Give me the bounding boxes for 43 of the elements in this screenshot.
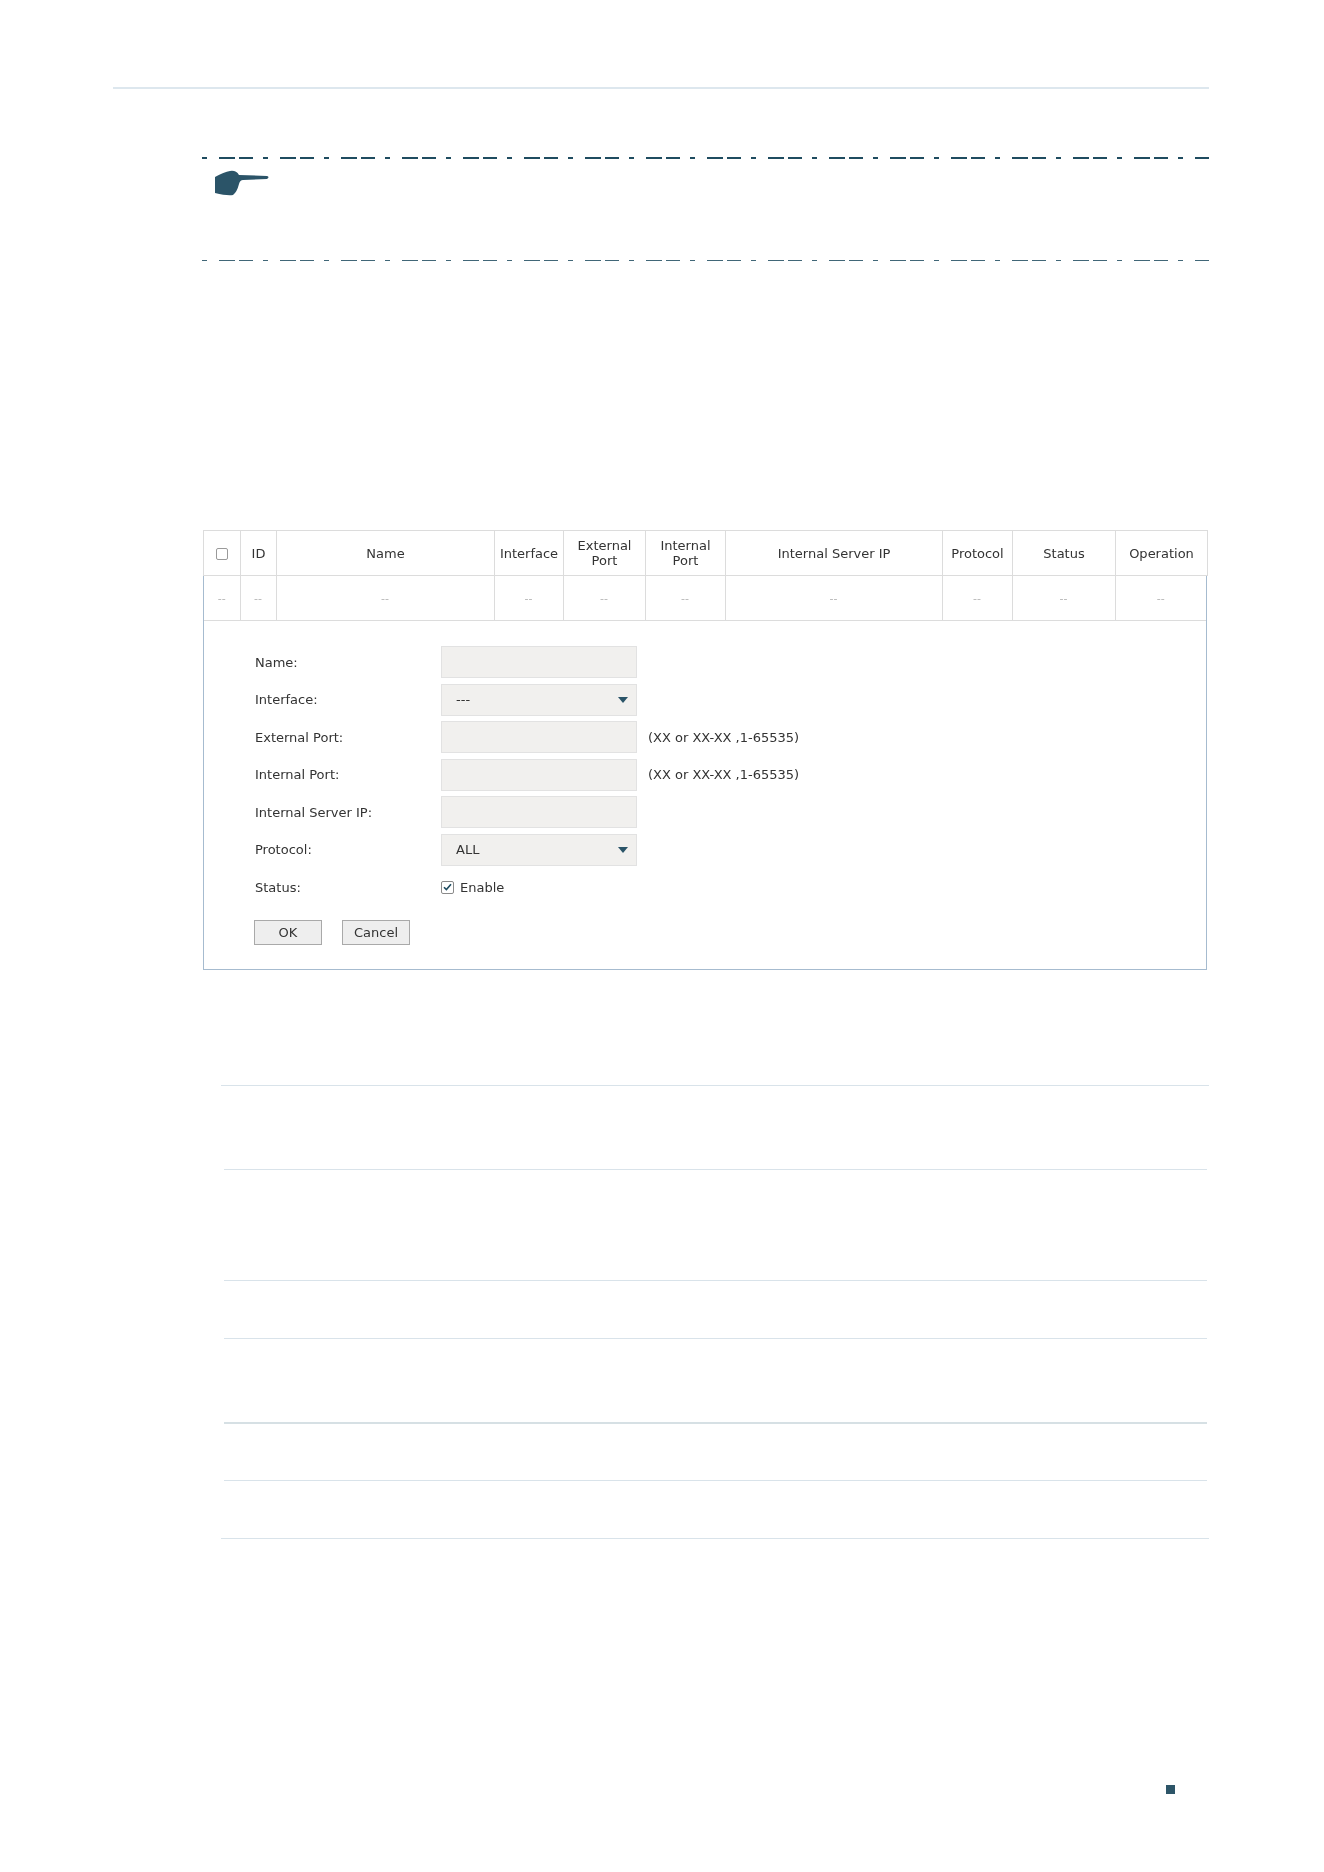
table-cell: -- [204, 576, 240, 621]
field-label: Status: [255, 879, 301, 895]
dropdown-select[interactable]: ALL [441, 833, 637, 866]
square-marker-icon [1166, 1785, 1175, 1794]
field-label: Internal Port: [255, 767, 340, 782]
table-cell: -- [1115, 576, 1206, 621]
table-cell: -- [494, 576, 563, 621]
column-header: Internal Server IP [725, 530, 943, 576]
table-cell: -- [563, 576, 645, 621]
table-cell: -- [240, 576, 276, 621]
field-label: Name: [255, 654, 298, 670]
dropdown-select[interactable]: --- [441, 683, 637, 716]
field-label: Internal Server IP: [255, 804, 373, 820]
column-header: Status [1012, 530, 1116, 576]
hint-text: (XX or XX-XX ,1-65535) [648, 767, 800, 782]
column-header: Protocol [942, 530, 1013, 576]
column-header: ID [240, 530, 277, 576]
table-cell: -- [276, 576, 494, 621]
caret-down-icon [618, 846, 628, 853]
table-cell: -- [942, 576, 1012, 621]
field-label: External Port: [255, 729, 344, 745]
pointing-hand-icon [215, 170, 270, 196]
status-checkbox[interactable] [441, 880, 454, 894]
text-input[interactable] [441, 796, 637, 828]
table-cell: -- [1012, 576, 1115, 621]
cancel-button[interactable]: Cancel [342, 920, 410, 945]
column-header: External Port [563, 530, 646, 576]
caret-down-icon [618, 696, 628, 703]
table-cell: -- [725, 576, 942, 621]
column-header: Name [276, 530, 495, 576]
select-all-checkbox[interactable] [216, 548, 228, 560]
field-label: Interface: [255, 692, 318, 707]
table-cell: -- [645, 576, 725, 621]
checkbox-label: Enable [460, 879, 505, 895]
hint-text: (XX or XX-XX ,1-65535) [648, 729, 800, 745]
text-input[interactable] [441, 646, 637, 678]
ok-button[interactable]: OK [254, 920, 322, 945]
column-header: Operation [1115, 530, 1208, 576]
text-input[interactable] [441, 721, 637, 753]
column-header: Interface [494, 530, 564, 576]
column-header: Internal Port [645, 530, 726, 576]
text-input[interactable] [441, 758, 637, 791]
field-label: Protocol: [255, 842, 312, 857]
